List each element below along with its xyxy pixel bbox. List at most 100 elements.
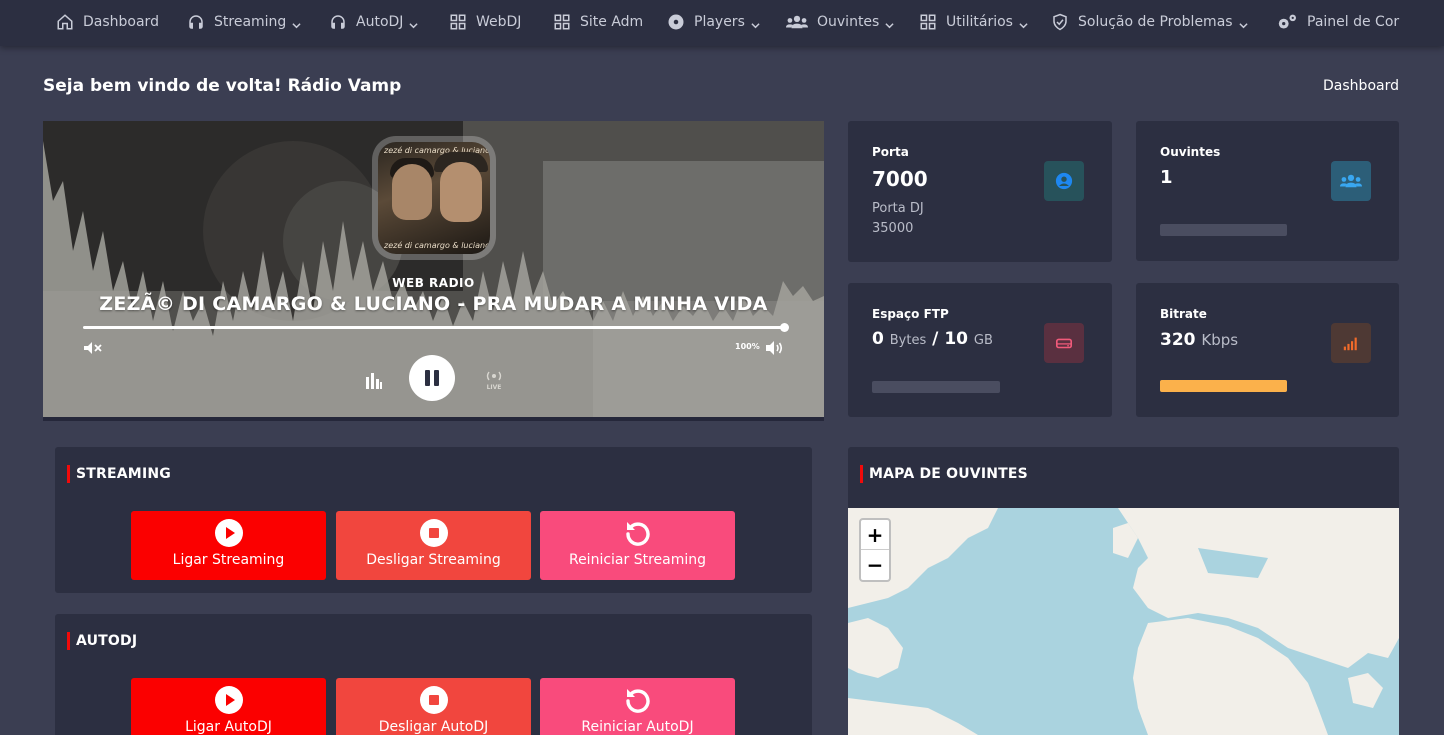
card-label: Espaço FTP — [872, 307, 949, 321]
play-circle-icon — [214, 519, 243, 547]
ligar-streaming-button[interactable]: Ligar Streaming — [131, 511, 326, 580]
card-label: Porta — [872, 145, 909, 159]
nav-item-players[interactable]: Players — [667, 0, 760, 44]
signal-icon — [1331, 323, 1371, 363]
live-icon[interactable]: LIVE — [483, 370, 505, 390]
progress-knob[interactable] — [780, 323, 789, 332]
nav-label: Site Adm — [580, 14, 644, 30]
chevron-down-icon — [1238, 18, 1248, 29]
top-navbar: Dashboard Streaming AutoDJ WebDJ Site Ad… — [0, 0, 1444, 46]
breadcrumb[interactable]: Dashboard — [1323, 78, 1399, 94]
headphones-icon — [187, 13, 205, 31]
panel-title: AUTODJ — [67, 632, 137, 650]
volume-percent: 100% — [735, 342, 760, 351]
chevron-down-icon — [885, 18, 894, 29]
porta-dj-value: 35000 — [872, 221, 914, 236]
ouvintes-value: 1 — [1160, 167, 1173, 188]
world-map-land — [848, 508, 1399, 735]
nav-item-site-adm[interactable]: Site Adm — [553, 0, 643, 44]
card-label: Bitrate — [1160, 307, 1207, 321]
desligar-autodj-button[interactable]: Desligar AutoDJ — [336, 678, 531, 735]
chevron-down-icon — [409, 18, 419, 29]
nav-item-autodj[interactable]: AutoDJ — [329, 0, 419, 44]
hdd-icon — [1044, 323, 1084, 363]
nav-label: Solução de Problemas — [1078, 14, 1233, 30]
grid-icon — [553, 13, 571, 31]
nav-item-ouvintes[interactable]: Ouvintes — [786, 0, 894, 44]
porta-dj-label: Porta DJ — [872, 201, 924, 216]
pause-icon — [425, 370, 439, 386]
album-cover: zezé di camargo & luciano zezé di camarg… — [372, 136, 496, 260]
nav-item-utilitarios[interactable]: Utilitários — [919, 0, 1028, 44]
panel-title: STREAMING — [67, 465, 171, 483]
button-label: Desligar Streaming — [366, 552, 501, 568]
cover-text-bottom: zezé di camargo & luciano — [384, 241, 490, 250]
button-label: Ligar AutoDJ — [185, 719, 272, 735]
nav-item-webdj[interactable]: WebDJ — [449, 0, 521, 44]
grid-icon — [919, 13, 937, 31]
ftp-value: 0 Bytes / 10 GB — [872, 329, 993, 349]
equalizer-icon[interactable] — [365, 371, 383, 389]
radio-player: zezé di camargo & luciano zezé di camarg… — [43, 121, 824, 421]
button-label: Desligar AutoDJ — [378, 719, 489, 735]
button-label: Reiniciar Streaming — [568, 552, 707, 568]
ftp-total: 10 — [944, 329, 968, 349]
headphones-icon — [329, 13, 347, 31]
stop-circle-icon — [419, 519, 448, 547]
disc-icon — [667, 13, 685, 31]
reiniciar-autodj-button[interactable]: Reiniciar AutoDJ — [540, 678, 735, 735]
nav-item-solucao-problemas[interactable]: Solução de Problemas — [1051, 0, 1248, 44]
chevron-down-icon — [292, 18, 301, 29]
listeners-map[interactable]: + − — [848, 508, 1399, 735]
home-icon — [56, 13, 74, 31]
restart-icon — [625, 522, 650, 546]
now-playing-title: ZEZÃ© DI CAMARGO & LUCIANO - PRA MUDAR A… — [99, 293, 768, 315]
ftp-used-unit: Bytes — [889, 333, 927, 348]
page-title: Seja bem vindo de volta! Rádio Vamp — [43, 76, 402, 96]
reiniciar-streaming-button[interactable]: Reiniciar Streaming — [540, 511, 735, 580]
nav-label: Painel de Cor — [1307, 14, 1400, 30]
nav-label: Utilitários — [946, 14, 1013, 30]
card-bitrate: Bitrate 320 Kbps — [1136, 283, 1399, 417]
bitrate-number: 320 — [1160, 330, 1196, 350]
mute-icon[interactable] — [83, 341, 103, 355]
nav-label: Players — [694, 14, 745, 30]
desligar-streaming-button[interactable]: Desligar Streaming — [336, 511, 531, 580]
map-zoom-control: + − — [859, 518, 891, 582]
bitrate-unit: Kbps — [1201, 331, 1239, 349]
nav-item-streaming[interactable]: Streaming — [187, 0, 301, 44]
nav-label: Dashboard — [83, 14, 159, 30]
chevron-down-icon — [1019, 18, 1028, 29]
chevron-down-icon — [751, 18, 760, 29]
progress-bar[interactable] — [83, 323, 789, 332]
user-circle-icon — [1044, 161, 1084, 201]
stop-circle-icon — [419, 686, 448, 714]
bitrate-bar — [1160, 380, 1287, 392]
nav-item-dashboard[interactable]: Dashboard — [56, 0, 159, 44]
shield-icon — [1051, 13, 1069, 31]
nav-item-painel[interactable]: Painel de Cor — [1276, 0, 1399, 44]
svg-text:LIVE: LIVE — [487, 384, 502, 390]
panel-title: MAPA DE OUVINTES — [860, 465, 1028, 483]
ouvintes-bar — [1160, 224, 1287, 236]
zoom-in-button[interactable]: + — [861, 520, 889, 550]
button-label: Ligar Streaming — [172, 552, 285, 568]
porta-value: 7000 — [872, 167, 928, 191]
ftp-bar — [872, 381, 1000, 393]
pause-button[interactable] — [409, 355, 455, 401]
bitrate-value: 320 Kbps — [1160, 330, 1238, 350]
volume-icon[interactable] — [765, 340, 785, 356]
ftp-total-unit: GB — [973, 333, 993, 348]
autodj-panel: AUTODJ Ligar AutoDJ Desligar AutoDJ Rein… — [55, 614, 812, 735]
zoom-out-button[interactable]: − — [861, 550, 889, 580]
nav-label: Streaming — [214, 14, 287, 30]
nav-label: Ouvintes — [817, 14, 880, 30]
gears-icon — [1276, 13, 1298, 31]
ftp-separator: / — [932, 329, 939, 349]
users-icon — [786, 13, 808, 31]
card-ouvintes: Ouvintes 1 — [1136, 121, 1399, 261]
card-label: Ouvintes — [1160, 145, 1221, 159]
play-circle-icon — [214, 686, 243, 714]
nav-label: AutoDJ — [356, 14, 404, 30]
ligar-autodj-button[interactable]: Ligar AutoDJ — [131, 678, 326, 735]
